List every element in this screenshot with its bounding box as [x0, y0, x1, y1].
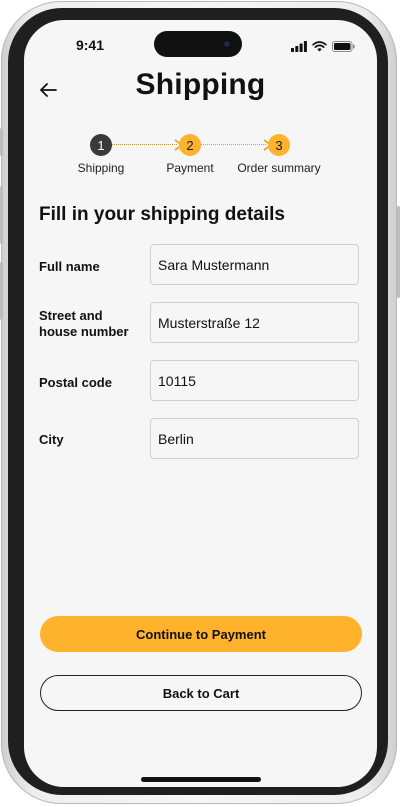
signal-icon: [291, 40, 307, 52]
mute-switch: [0, 128, 3, 156]
postal-code-label: Postal code: [39, 375, 112, 390]
step-connector-2: [201, 144, 266, 145]
step-1-label: Shipping: [77, 161, 125, 175]
step-3-circle: 3: [268, 134, 290, 156]
page-title: Shipping: [135, 68, 266, 101]
checkout-stepper: 1 2 3 Shipping Payment Order summary: [24, 134, 377, 184]
battery-icon: [332, 40, 355, 52]
city-label: City: [39, 432, 64, 447]
back-to-cart-button[interactable]: Back to Cart: [40, 675, 362, 711]
step-connector-1: [112, 144, 177, 145]
city-input[interactable]: [150, 418, 359, 459]
home-indicator[interactable]: [141, 777, 261, 782]
volume-up-button: [0, 186, 3, 244]
step-3-label: Order summary: [237, 161, 321, 175]
step-1-circle: 1: [90, 134, 112, 156]
street-label: Street and house number: [39, 308, 129, 339]
step-2-label: Payment: [166, 161, 214, 175]
full-name-label: Full name: [39, 259, 100, 274]
continue-to-payment-button[interactable]: Continue to Payment: [40, 616, 362, 652]
dynamic-island: [154, 31, 242, 57]
postal-code-input[interactable]: [150, 360, 359, 401]
status-time: 9:41: [75, 37, 105, 53]
street-input[interactable]: [150, 302, 359, 343]
form-heading: Fill in your shipping details: [39, 204, 285, 225]
full-name-input[interactable]: [150, 244, 359, 285]
camera-icon: [222, 39, 232, 49]
app-screen: 9:41 Shipping 1 2 3 Shipping Payment Ord…: [24, 20, 377, 787]
volume-down-button: [0, 262, 3, 320]
step-2-circle: 2: [179, 134, 201, 156]
status-icons: [291, 40, 355, 52]
wifi-icon: [312, 40, 327, 51]
